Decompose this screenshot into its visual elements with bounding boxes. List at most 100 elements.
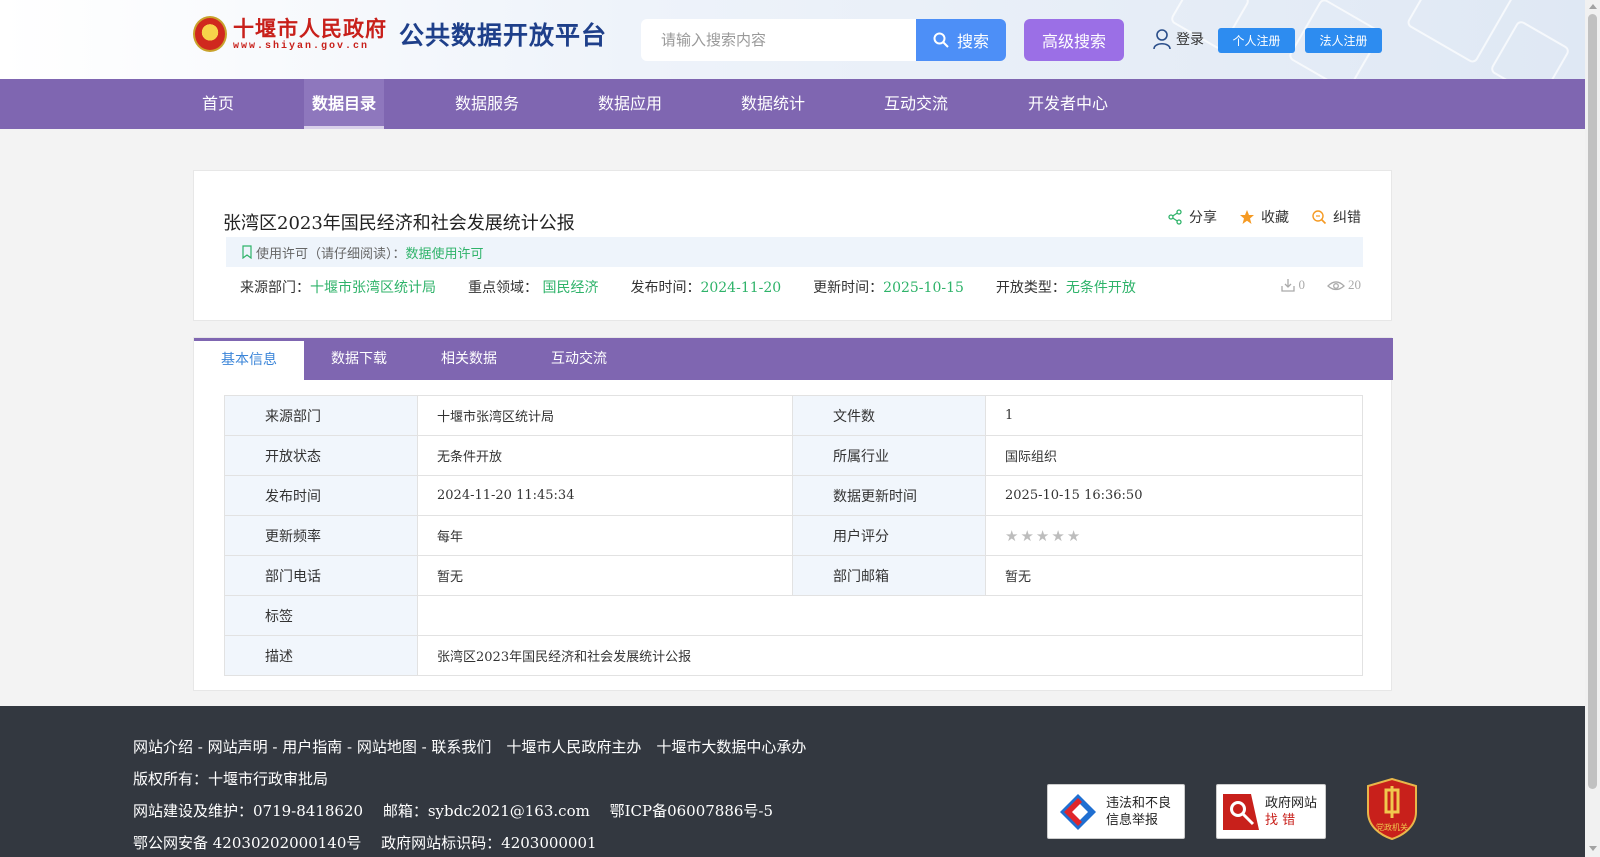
magnifier-error-icon: [1312, 210, 1327, 225]
license-prefix: 使用许可（请仔细阅读）：: [256, 246, 406, 262]
table-row: 开放状态 无条件开放 所属行业 国际组织: [224, 435, 1363, 476]
dataset-title: 张湾区2023年国民经济和社会发展统计公报: [223, 213, 575, 234]
footer-links[interactable]: 网站介绍 - 网站声明 - 用户指南 - 网站地图 - 联系我们 十堰市人民政府…: [133, 736, 806, 757]
info-value: 十堰市张湾区统计局: [417, 395, 793, 436]
page-scrollbar[interactable]: [1585, 0, 1600, 857]
footer: 网站介绍 - 网站声明 - 用户指南 - 网站地图 - 联系我们 十堰市人民政府…: [0, 706, 1585, 857]
info-key: 数据更新时间: [792, 475, 986, 516]
logo-url: www.shiyan.gov.cn: [233, 40, 370, 52]
info-key: 描述: [224, 635, 418, 676]
scroll-thumb[interactable]: [1588, 14, 1597, 789]
info-value: 1: [985, 395, 1363, 436]
user-rating[interactable]: ★ ★ ★ ★ ★: [985, 515, 1363, 556]
share-button[interactable]: 分享: [1167, 207, 1217, 227]
meta-update-label: 更新时间：: [813, 280, 884, 296]
rating-star-icon[interactable]: ★: [1036, 527, 1049, 545]
site-logo[interactable]: 十堰市人民政府 www.shiyan.gov.cn 公共数据开放平台: [193, 16, 607, 52]
dataset-detail-card: 基本信息 数据下载 相关数据 互动交流 来源部门 十堰市张湾区统计局 文件数 1…: [193, 337, 1393, 691]
license-link[interactable]: 数据使用许可: [406, 243, 484, 262]
meta-update-value: 2025-10-15: [883, 280, 964, 296]
info-value: 暂无: [985, 555, 1363, 596]
search-icon: [933, 32, 949, 48]
party-label: 党政机关: [1376, 822, 1408, 832]
tab-related-data[interactable]: 相关数据: [414, 338, 524, 380]
nav-developer-center[interactable]: 开发者中心: [1025, 79, 1111, 129]
badge2-line2: 找 错: [1265, 812, 1296, 828]
info-value: [417, 595, 1363, 636]
badge1-line2: 信息举报: [1106, 812, 1159, 828]
rating-star-icon[interactable]: ★: [1051, 527, 1064, 545]
dataset-header-card: 张湾区2023年国民经济和社会发展统计公报 分享 收藏 纠错 使用许可（请仔细阅…: [193, 170, 1392, 321]
badge2-line1: 政府网站: [1265, 795, 1318, 811]
info-value: 2025-10-15 16:36:50: [985, 475, 1363, 516]
info-key: 发布时间: [224, 475, 418, 516]
table-row: 更新频率 每年 用户评分 ★ ★ ★ ★ ★: [224, 515, 1363, 556]
table-row: 发布时间 2024-11-20 11:45:34 数据更新时间 2025-10-…: [224, 475, 1363, 516]
meta-open-value: 无条件开放: [1065, 280, 1136, 296]
correct-label: 纠错: [1333, 210, 1361, 226]
info-key: 部门邮箱: [792, 555, 986, 596]
footer-maintain: 网站建设及维护：0719-8418620 邮箱：sybdc2021@163.co…: [133, 802, 774, 820]
info-value: 每年: [417, 515, 793, 556]
meta-publish-label: 发布时间：: [630, 280, 701, 296]
nav-home[interactable]: 首页: [193, 79, 243, 129]
illegal-info-report-badge[interactable]: 违法和不良 信息举报: [1047, 784, 1185, 839]
star-icon: [1240, 210, 1254, 224]
platform-title: 公共数据开放平台: [399, 21, 608, 50]
search-button[interactable]: 搜索: [916, 19, 1006, 61]
download-icon: [1280, 279, 1295, 292]
tab-interaction[interactable]: 互动交流: [524, 338, 634, 380]
corporate-register-button[interactable]: 法人注册: [1305, 28, 1382, 53]
info-value: 2024-11-20 11:45:34: [417, 475, 793, 516]
main-nav: 首页 数据目录 数据服务 数据应用 数据统计 互动交流 开发者中心: [0, 79, 1585, 129]
dataset-actions: 分享 收藏 纠错: [1145, 207, 1361, 227]
info-key: 开放状态: [224, 435, 418, 476]
info-key: 标签: [224, 595, 418, 636]
advanced-search-button[interactable]: 高级搜索: [1024, 19, 1124, 61]
info-value: 无条件开放: [417, 435, 793, 476]
rating-star-icon[interactable]: ★: [1020, 527, 1033, 545]
nav-interaction[interactable]: 互动交流: [881, 79, 951, 129]
scroll-up-icon[interactable]: [1589, 4, 1597, 9]
download-count-value: 0: [1298, 277, 1306, 292]
rating-star-icon[interactable]: ★: [1067, 527, 1080, 545]
share-icon: [1168, 209, 1182, 225]
gov-website-error-badge[interactable]: 政府网站找 错: [1216, 784, 1326, 839]
meta-open-label: 开放类型：: [995, 280, 1066, 296]
basic-info-table: 来源部门 十堰市张湾区统计局 文件数 1 开放状态 无条件开放 所属行业 国际组…: [224, 395, 1363, 676]
info-value: 国际组织: [985, 435, 1363, 476]
tab-data-download[interactable]: 数据下载: [304, 338, 414, 380]
share-label: 分享: [1189, 210, 1217, 226]
license-bar: 使用许可（请仔细阅读）： 数据使用许可: [226, 237, 1363, 267]
view-count: 20: [1327, 277, 1361, 293]
login-label: 登录: [1176, 32, 1204, 48]
correct-button[interactable]: 纠错: [1311, 207, 1361, 227]
meta-publish-value: 2024-11-20: [700, 280, 782, 296]
detail-tabs: 基本信息 数据下载 相关数据 互动交流: [194, 338, 1393, 380]
search-input[interactable]: [641, 19, 916, 61]
info-key: 更新频率: [224, 515, 418, 556]
nav-data-statistics[interactable]: 数据统计: [738, 79, 808, 129]
table-row: 描述 张湾区2023年国民经济和社会发展统计公报: [224, 635, 1363, 676]
footer-security: 鄂公网安备 42030202000140号 政府网站标识码：4203000001: [133, 834, 597, 852]
party-government-emblem-icon[interactable]: 党政机关: [1366, 778, 1418, 840]
info-value: 暂无: [417, 555, 793, 596]
login-link[interactable]: 登录: [1152, 28, 1204, 50]
rating-star-icon[interactable]: ★: [1005, 527, 1018, 545]
view-count-value: 20: [1348, 277, 1361, 292]
favorite-button[interactable]: 收藏: [1239, 207, 1289, 227]
nav-data-application[interactable]: 数据应用: [595, 79, 665, 129]
nav-data-service[interactable]: 数据服务: [452, 79, 522, 129]
table-row: 部门电话 暂无 部门邮箱 暂无: [224, 555, 1363, 596]
scroll-down-icon[interactable]: [1589, 846, 1597, 851]
nav-data-catalog[interactable]: 数据目录: [304, 79, 384, 129]
tab-basic-info[interactable]: 基本信息: [194, 338, 304, 380]
national-emblem-icon: [193, 16, 227, 52]
favorite-label: 收藏: [1261, 210, 1289, 226]
info-key: 用户评分: [792, 515, 986, 556]
badge1-line1: 违法和不良: [1106, 795, 1172, 811]
user-icon: [1153, 29, 1171, 50]
dataset-meta: 来源部门：十堰市张湾区统计局 重点领域： 国民经济 发布时间：2024-11-2…: [240, 277, 1168, 297]
personal-register-button[interactable]: 个人注册: [1218, 28, 1295, 53]
search-button-label: 搜索: [956, 32, 989, 51]
